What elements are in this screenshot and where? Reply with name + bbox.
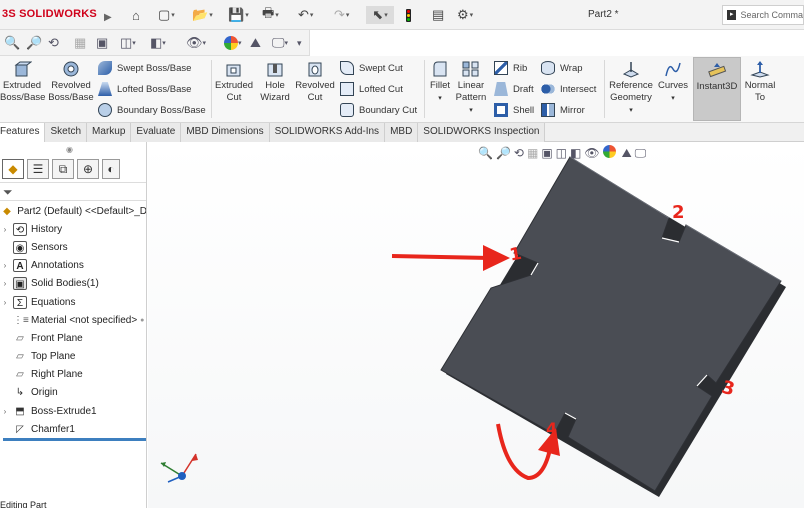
- annotation-label-2: 2: [672, 202, 685, 223]
- sheet-metal-part[interactable]: [440, 156, 782, 492]
- coordinate-triad[interactable]: [160, 453, 198, 483]
- annotation-label-4: 4: [546, 419, 557, 438]
- annotation-arrowhead-1: [483, 245, 510, 271]
- annotation-arrow-1: [391, 254, 491, 260]
- solidworks-window: 3S SOLIDWORKS ▶ ⌂ ▢ ▾ 📂 ▾ 💾 ▾ 🖶 ▾ ↶ ▾ ↷ ▾ ⬉ ▾ ▤…: [0, 0, 804, 508]
- model-canvas: 1 2 3 4: [160, 156, 786, 497]
